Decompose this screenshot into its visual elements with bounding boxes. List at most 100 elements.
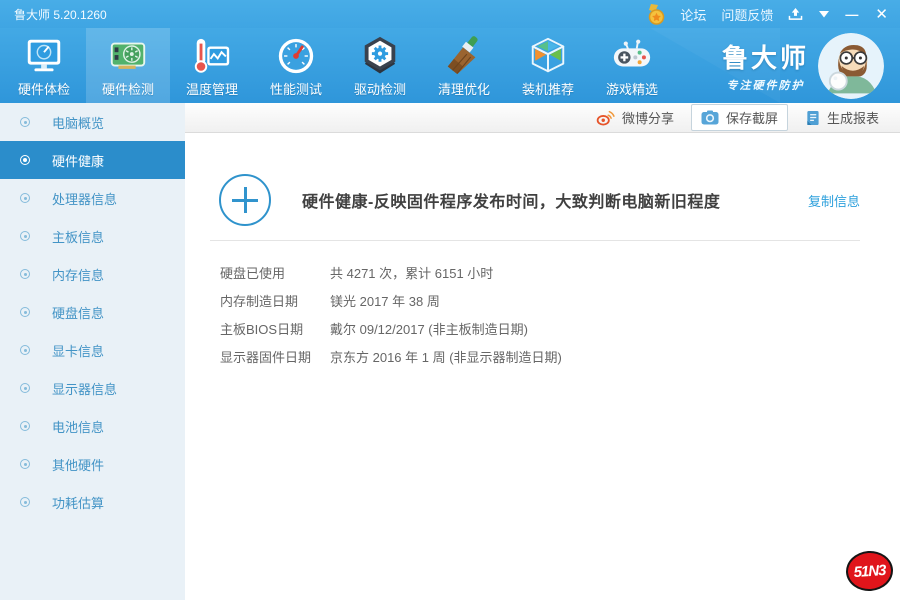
titlebar: 鲁大师 5.20.1260 论坛 问题反馈 — ✕: [0, 0, 900, 28]
main-panel: 微博分享 保存截屏: [185, 103, 900, 600]
sidebar-item[interactable]: 内存信息: [0, 255, 185, 293]
sidebar-item[interactable]: 电脑概览: [0, 103, 185, 141]
feedback-link[interactable]: 问题反馈: [721, 5, 773, 24]
close-button[interactable]: ✕: [875, 7, 888, 22]
toolbar-tab-icon: [190, 34, 234, 78]
mascot-avatar[interactable]: [818, 33, 884, 99]
toolbar-tab[interactable]: 游戏精选: [590, 28, 674, 103]
toolbar-tab-label: 硬件检测: [102, 79, 154, 98]
info-label: 内存制造日期: [220, 291, 330, 310]
toolbar-tab-icon: [526, 34, 570, 78]
radio-icon: [20, 117, 30, 127]
sidebar-item-label: 内存信息: [52, 265, 104, 284]
sidebar-item[interactable]: 功耗估算: [0, 483, 185, 521]
radio-icon: [20, 269, 30, 279]
toolbar-tab-icon: [442, 34, 486, 78]
sidebar-item[interactable]: 硬盘信息: [0, 293, 185, 331]
sidebar-item-label: 显示器信息: [52, 379, 117, 398]
brand-name: 鲁大师: [722, 38, 809, 75]
info-value: 镁光 2017 年 38 周: [330, 291, 440, 310]
toolbar-tab-label: 性能测试: [270, 79, 322, 98]
radio-icon: [20, 383, 30, 393]
toolbar-tab-icon: [22, 34, 66, 78]
sidebar-item-label: 硬件健康: [52, 151, 104, 170]
page-title: 硬件健康-反映固件程序发布时间，大致判断电脑新旧程度: [302, 188, 720, 212]
sidebar: 电脑概览 硬件健康 处理器信息 主板信息 内存信息 硬盘信息: [0, 103, 185, 600]
sidebar-item-label: 功耗估算: [52, 493, 104, 512]
radio-icon: [20, 421, 30, 431]
brand: 鲁大师 专注硬件防护: [722, 28, 900, 103]
info-row: 主板BIOS日期 戴尔 09/12/2017 (非主板制造日期): [210, 314, 860, 342]
toolbar-tab-label: 温度管理: [186, 79, 238, 98]
generate-report-button[interactable]: 生成报表: [796, 105, 888, 130]
toolbar-tab[interactable]: 装机推荐: [506, 28, 590, 103]
toolbar-tab-icon: [358, 34, 402, 78]
app-title: 鲁大师 5.20.1260: [14, 6, 107, 23]
sidebar-item-label: 电脑概览: [52, 113, 104, 132]
toolbar-tab-label: 驱动检测: [354, 79, 406, 98]
toolbar-tab[interactable]: 温度管理: [170, 28, 254, 103]
sidebar-item[interactable]: 电池信息: [0, 407, 185, 445]
content-header: 硬件健康-反映固件程序发布时间，大致判断电脑新旧程度 复制信息: [210, 174, 860, 226]
toolbar-tab-label: 装机推荐: [522, 79, 574, 98]
sidebar-item-label: 处理器信息: [52, 189, 117, 208]
medal-icon[interactable]: [648, 4, 665, 25]
radio-icon: [20, 459, 30, 469]
sidebar-item-label: 主板信息: [52, 227, 104, 246]
menu-dropdown-icon[interactable]: [818, 10, 830, 18]
brand-text: 鲁大师 专注硬件防护: [722, 38, 809, 93]
info-value: 共 4271 次，累计 6151 小时: [330, 263, 493, 282]
app-window: 鲁大师 5.20.1260 论坛 问题反馈 — ✕: [0, 0, 900, 600]
toolbar-tab[interactable]: 性能测试: [254, 28, 338, 103]
toolbar-tab[interactable]: 驱动检测: [338, 28, 422, 103]
divider: [210, 240, 860, 241]
info-row: 硬盘已使用 共 4271 次，累计 6151 小时: [210, 258, 860, 286]
generate-report-label: 生成报表: [827, 108, 879, 127]
sidebar-item[interactable]: 处理器信息: [0, 179, 185, 217]
info-rows: 硬盘已使用 共 4271 次，累计 6151 小时 内存制造日期 镁光 2017…: [210, 258, 860, 370]
sidebar-item[interactable]: 显示器信息: [0, 369, 185, 407]
radio-icon: [20, 307, 30, 317]
weibo-share-button[interactable]: 微博分享: [587, 105, 683, 130]
info-value: 戴尔 09/12/2017 (非主板制造日期): [330, 319, 528, 338]
weibo-share-label: 微博分享: [622, 108, 674, 127]
info-row: 内存制造日期 镁光 2017 年 38 周: [210, 286, 860, 314]
toolbar-tab[interactable]: 硬件检测: [86, 28, 170, 103]
toolbar-tab-label: 清理优化: [438, 79, 490, 98]
forum-link[interactable]: 论坛: [680, 5, 706, 24]
save-screenshot-button[interactable]: 保存截屏: [691, 104, 788, 131]
toolbar-tab[interactable]: 硬件体检: [2, 28, 86, 103]
info-label: 显示器固件日期: [220, 347, 330, 366]
toolbar-tab-icon: [610, 34, 654, 78]
info-label: 硬盘已使用: [220, 263, 330, 282]
toolbar-tab[interactable]: 清理优化: [422, 28, 506, 103]
update-icon[interactable]: [788, 8, 803, 21]
toolbar-tab-label: 硬件体检: [18, 79, 70, 98]
toolbar-tabs: 硬件体检 硬件检测 温度管理: [2, 28, 674, 103]
sidebar-item[interactable]: 其他硬件: [0, 445, 185, 483]
toolbar-tab-icon: [274, 34, 318, 78]
info-label: 主板BIOS日期: [220, 319, 330, 338]
weibo-icon: [596, 110, 615, 126]
sidebar-item[interactable]: 硬件健康: [0, 141, 185, 179]
sidebar-item-label: 其他硬件: [52, 455, 104, 474]
radio-icon: [20, 497, 30, 507]
sidebar-item-label: 硬盘信息: [52, 303, 104, 322]
main-toolbar: 硬件体检 硬件检测 温度管理: [0, 28, 900, 103]
brand-tagline: 专注硬件防护: [722, 77, 809, 93]
radio-icon: [20, 231, 30, 241]
sidebar-item-label: 显卡信息: [52, 341, 104, 360]
toolbar-tab-label: 游戏精选: [606, 79, 658, 98]
camera-icon: [701, 110, 719, 125]
radio-icon: [20, 193, 30, 203]
radio-icon: [20, 345, 30, 355]
toolbar-tab-icon: [106, 34, 150, 78]
sidebar-item[interactable]: 显卡信息: [0, 331, 185, 369]
sidebar-item[interactable]: 主板信息: [0, 217, 185, 255]
plus-circle-icon: [219, 174, 271, 226]
minimize-button[interactable]: —: [845, 8, 858, 21]
report-icon: [805, 110, 820, 126]
radio-icon: [20, 155, 30, 165]
copy-info-link[interactable]: 复制信息: [808, 191, 860, 210]
sidebar-item-label: 电池信息: [52, 417, 104, 436]
